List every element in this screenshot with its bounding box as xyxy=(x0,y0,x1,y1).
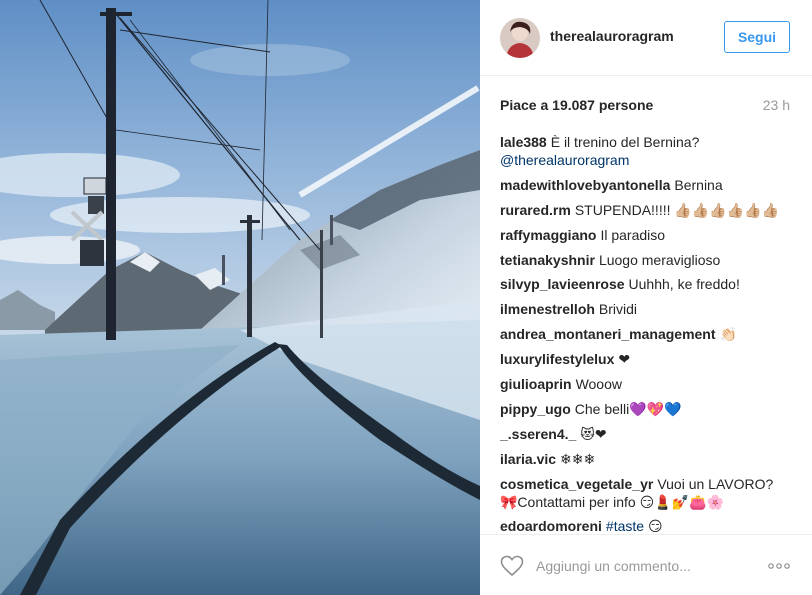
comment-username[interactable]: raffymaggiano xyxy=(500,227,596,243)
likes-count[interactable]: Piace a 19.087 persone xyxy=(500,97,653,113)
comment-text: Luogo meraviglioso xyxy=(598,251,721,268)
comment-username[interactable]: giulioaprin xyxy=(500,376,572,392)
avatar[interactable] xyxy=(500,18,540,58)
comments-list: lale388 È il trenino del Bernina? @therea… xyxy=(500,133,792,533)
comment-item: _.sseren4._ 😻❤ xyxy=(500,425,792,443)
comment-mention[interactable]: @therealauroragram xyxy=(500,152,629,168)
comment-username[interactable]: rurared.rm xyxy=(500,202,571,218)
comment-item: andrea_montaneri_management 👏🏻 xyxy=(500,325,792,343)
post-timestamp[interactable]: 23 h xyxy=(763,97,790,113)
comment-item: madewithlovebyantonella Bernina xyxy=(500,176,792,194)
comment-text: 😻❤ xyxy=(580,425,607,442)
comment-text: È il trenino del Bernina? xyxy=(550,134,700,150)
comment-text: STUPENDA!!!!! 👍🏼👍🏼👍🏼👍🏼👍🏼👍🏼 xyxy=(574,201,779,218)
avatar-image xyxy=(500,18,540,58)
comment-username[interactable]: ilaria.vic xyxy=(500,451,556,467)
likes-row: Piace a 19.087 persone 23 h xyxy=(500,96,790,116)
comment-footer xyxy=(480,534,812,595)
post-photo[interactable] xyxy=(0,0,480,595)
comment-username[interactable]: pippy_ugo xyxy=(500,401,571,417)
comment-text: ❤ xyxy=(618,351,631,368)
comment-username[interactable]: silvyp_lavieenrose xyxy=(500,276,625,292)
comment-hashtag[interactable]: #taste xyxy=(606,518,644,533)
comment-username[interactable]: _.sseren4._ xyxy=(500,426,576,442)
comment-text: Bernina xyxy=(674,176,723,193)
comment-username[interactable]: lale388 xyxy=(500,134,547,150)
comment-item: pippy_ugo Che belli💜💖💙 xyxy=(500,400,792,418)
follow-button[interactable]: Segui xyxy=(724,21,790,53)
comment-text: 😏 xyxy=(647,518,663,533)
comment-username[interactable]: tetianakyshnir xyxy=(500,252,595,268)
comment-item: raffymaggiano Il paradiso xyxy=(500,226,792,244)
comment-item: rurared.rm STUPENDA!!!!! 👍🏼👍🏼👍🏼👍🏼👍🏼👍🏼 xyxy=(500,201,792,219)
comment-text: Wooow xyxy=(575,376,622,393)
post-sidebar: therealauroragram Segui Piace a 19.087 p… xyxy=(480,0,812,595)
comment-text: ❄❄❄ xyxy=(560,450,596,467)
comment-item: lale388 È il trenino del Bernina? @therea… xyxy=(500,133,792,169)
post-header: therealauroragram Segui xyxy=(480,0,812,76)
post-username[interactable]: therealauroragram xyxy=(550,28,674,44)
comment-input[interactable] xyxy=(536,555,756,577)
comment-item: cosmetica_vegetale_yr Vuoi un LAVORO? 🎀Co… xyxy=(500,475,792,511)
railway-photo xyxy=(0,0,480,595)
comment-username[interactable]: luxurylifestylelux xyxy=(500,351,614,367)
comment-username[interactable]: andrea_montaneri_management xyxy=(500,326,716,342)
comment-item: tetianakyshnir Luogo meraviglioso xyxy=(500,251,792,269)
comment-text: Brividi xyxy=(598,301,638,318)
comment-username[interactable]: madewithlovebyantonella xyxy=(500,177,670,193)
comment-item: edoardomoreni #taste 😏 xyxy=(500,517,792,533)
comment-username[interactable]: cosmetica_vegetale_yr xyxy=(500,476,653,492)
comment-username[interactable]: ilmenestrelloh xyxy=(500,301,595,317)
more-options-icon[interactable] xyxy=(766,557,792,575)
heart-icon-svg xyxy=(500,555,524,577)
comment-username[interactable]: edoardomoreni xyxy=(500,518,602,533)
comment-text: Che belli💜💖💙 xyxy=(574,400,682,417)
comment-text: Il paradiso xyxy=(600,226,666,243)
more-dots-svg xyxy=(768,563,790,569)
heart-outline-icon[interactable] xyxy=(500,555,524,577)
comment-item: luxurylifestylelux ❤ xyxy=(500,350,792,368)
comment-item: giulioaprin Wooow xyxy=(500,375,792,393)
comment-item: silvyp_lavieenrose Uuhhh, ke freddo! xyxy=(500,275,792,293)
comment-text: Uuhhh, ke freddo! xyxy=(628,276,740,293)
comment-item: ilaria.vic ❄❄❄ xyxy=(500,450,792,468)
comment-item: ilmenestrelloh Brividi xyxy=(500,300,792,318)
comment-text: 👏🏻 xyxy=(719,326,737,343)
